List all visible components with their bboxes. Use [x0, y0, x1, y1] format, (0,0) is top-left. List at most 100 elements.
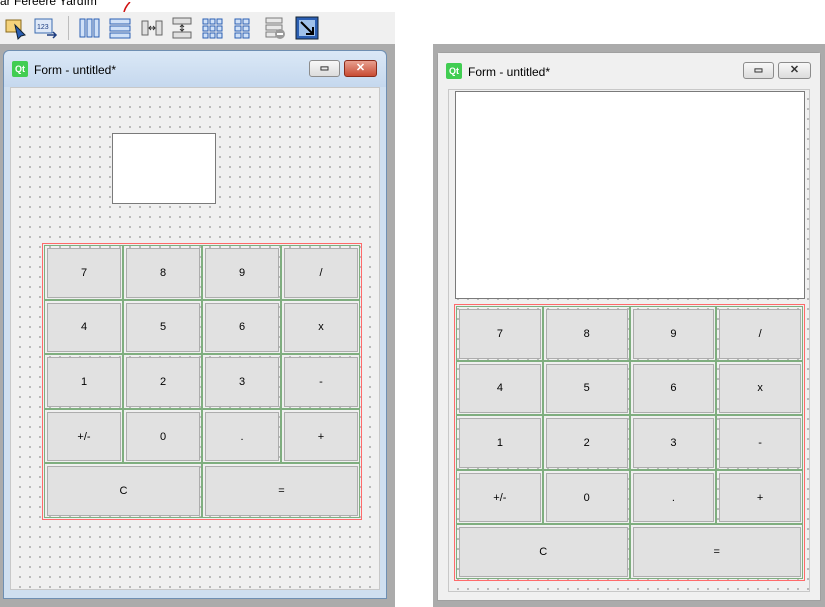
calc-button[interactable]: C: [459, 527, 628, 577]
minimize-icon: ▭: [753, 65, 764, 76]
calc-button[interactable]: 9: [632, 309, 715, 359]
layout-cell: 2: [123, 354, 202, 409]
layout-cell: -: [716, 415, 803, 470]
layout-cell: -: [281, 354, 360, 409]
layout-cell: x: [281, 299, 360, 355]
layout-cell: +: [281, 408, 360, 464]
calc-button[interactable]: /: [284, 248, 358, 298]
adjust-size-icon[interactable]: [294, 15, 320, 41]
layout-form-icon[interactable]: [230, 15, 256, 41]
calc-button[interactable]: /: [719, 309, 801, 359]
calc-button[interactable]: 2: [126, 357, 200, 407]
qt-logo-icon: Qt: [446, 63, 462, 79]
calc-button[interactable]: 1: [459, 418, 541, 468]
designer-toolbar: 123: [0, 12, 395, 45]
layout-cell: +: [716, 469, 803, 525]
svg-text:123: 123: [37, 24, 49, 31]
calc-button[interactable]: 1: [47, 357, 121, 407]
minimize-button[interactable]: ▭: [309, 60, 340, 77]
close-button[interactable]: ✕: [778, 62, 811, 79]
form-window-right[interactable]: Qt Form - untitled* ▭ ✕ 7 8 9/ 4 5 6 x 1 2 3- +/- 0…: [437, 52, 821, 601]
calc-button[interactable]: .: [205, 411, 279, 462]
form-canvas[interactable]: 7 8 9/ 4 5 6 x 1 2 3- +/- 0. + C =: [10, 87, 380, 590]
window-titlebar[interactable]: Qt Form - untitled* ▭ ✕: [438, 53, 820, 89]
calc-button[interactable]: 4: [459, 363, 541, 414]
layout-cell: 1: [44, 354, 123, 409]
layout-cell: =: [629, 524, 803, 579]
calc-button[interactable]: +/-: [47, 411, 121, 462]
calc-button[interactable]: =: [632, 527, 801, 577]
tab-order-icon[interactable]: 123: [33, 15, 59, 41]
grid-layout[interactable]: 7 8 9/ 4 5 6 x 1 2 3- +/- 0. + C =: [454, 304, 805, 581]
calc-button[interactable]: x: [284, 302, 358, 353]
layout-cell: 3: [202, 354, 281, 409]
layout-cell: 5: [542, 360, 630, 416]
layout-cell: C: [456, 524, 630, 579]
calc-button[interactable]: +: [719, 472, 801, 523]
menu-bar-fragment[interactable]: ar Fereere Yardım: [0, 0, 97, 8]
display-frame[interactable]: [112, 133, 216, 204]
layout-cell: x: [716, 360, 803, 416]
layout-cell: 2: [542, 415, 630, 470]
layout-cell: .: [202, 408, 281, 464]
layout-cell: +/-: [456, 469, 543, 525]
layout-cell: /: [716, 306, 803, 361]
toolbar-separator: [68, 16, 69, 40]
calc-button[interactable]: 7: [459, 309, 541, 359]
calc-button[interactable]: C: [47, 466, 200, 516]
minimize-button[interactable]: ▭: [743, 62, 774, 79]
calc-button[interactable]: 6: [205, 302, 279, 353]
edit-widgets-icon[interactable]: [3, 15, 29, 41]
calc-button[interactable]: 3: [205, 357, 279, 407]
calc-button[interactable]: 0: [126, 411, 200, 462]
form-canvas[interactable]: 7 8 9/ 4 5 6 x 1 2 3- +/- 0. + C =: [448, 89, 810, 592]
qt-logo-icon: Qt: [12, 61, 28, 77]
calc-button[interactable]: 2: [545, 418, 628, 468]
layout-cell: C: [44, 463, 202, 518]
layout-grid-icon[interactable]: [200, 15, 226, 41]
layout-cell: /: [281, 245, 360, 300]
form-window-left[interactable]: Qt Form - untitled* ▭ ✕ 7 8 9/ 4 5 6 x 1 2 3- +/- 0…: [3, 50, 387, 599]
display-frame[interactable]: [455, 91, 805, 299]
window-title: Form - untitled*: [468, 65, 551, 79]
close-button[interactable]: ✕: [344, 60, 377, 77]
layout-cell: 4: [44, 299, 123, 355]
calc-button[interactable]: 0: [545, 472, 628, 523]
layout-cell: 0: [542, 469, 630, 525]
calc-button[interactable]: 4: [47, 302, 121, 353]
calc-button[interactable]: 9: [205, 248, 279, 298]
calc-button[interactable]: 5: [126, 302, 200, 353]
layout-cell: 8: [542, 306, 630, 361]
window-titlebar[interactable]: Qt Form - untitled* ▭ ✕: [4, 51, 386, 87]
calc-button[interactable]: .: [632, 472, 715, 523]
calc-button[interactable]: 6: [632, 363, 715, 414]
grid-layout[interactable]: 7 8 9/ 4 5 6 x 1 2 3- +/- 0. + C =: [42, 243, 362, 520]
window-title: Form - untitled*: [34, 63, 117, 77]
calc-button[interactable]: =: [205, 466, 358, 516]
calc-button[interactable]: 8: [126, 248, 200, 298]
calc-button[interactable]: +/-: [459, 472, 541, 523]
layout-horizontal-splitter-icon[interactable]: [139, 15, 165, 41]
calc-button[interactable]: -: [719, 418, 801, 468]
layout-vertical-icon[interactable]: [107, 15, 133, 41]
calc-button[interactable]: x: [719, 363, 801, 414]
close-icon: ✕: [355, 62, 366, 74]
layout-cell: 1: [456, 415, 543, 470]
calc-button[interactable]: 5: [545, 363, 628, 414]
calc-button[interactable]: -: [284, 357, 358, 407]
calc-button[interactable]: 8: [545, 309, 628, 359]
red-annotation-mark: [123, 2, 131, 12]
layout-cell: =: [202, 463, 360, 518]
layout-cell: 9: [629, 306, 717, 361]
layout-horizontal-icon[interactable]: [77, 15, 103, 41]
layout-vertical-splitter-icon[interactable]: [169, 15, 195, 41]
layout-cell: 6: [629, 360, 717, 416]
layout-cell: +/-: [44, 408, 123, 464]
calc-button[interactable]: +: [284, 411, 358, 462]
break-layout-icon[interactable]: [262, 15, 288, 41]
calc-button[interactable]: 7: [47, 248, 121, 298]
layout-cell: 6: [202, 299, 281, 355]
calc-button[interactable]: 3: [632, 418, 715, 468]
layout-cell: 9: [202, 245, 281, 300]
layout-cell: .: [629, 469, 717, 525]
